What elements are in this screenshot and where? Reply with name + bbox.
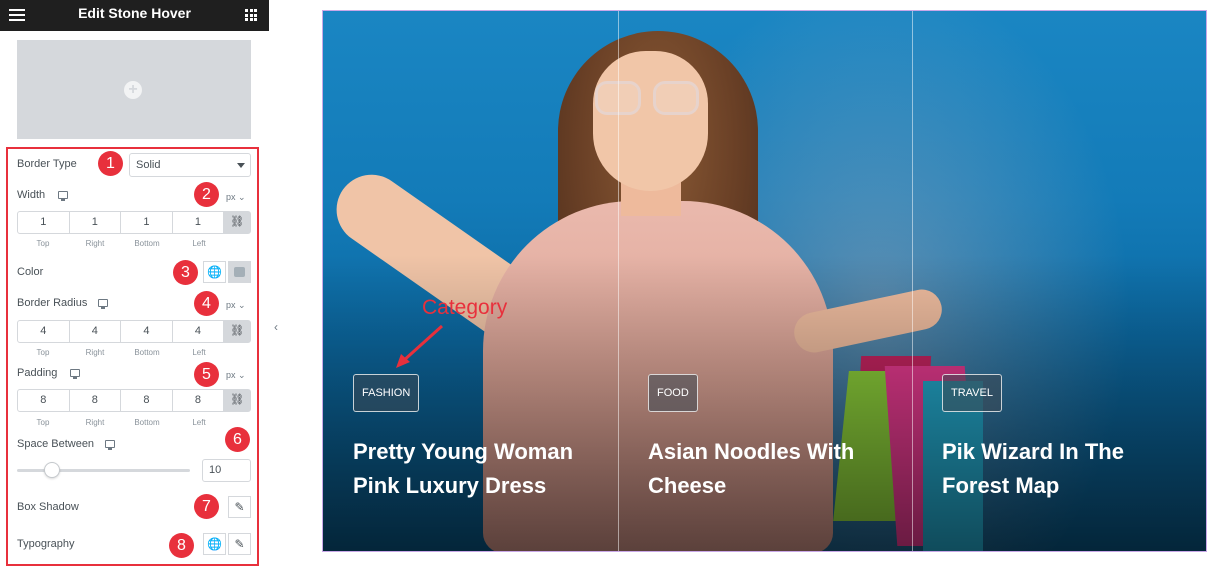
category-badge[interactable]: FASHION bbox=[353, 374, 420, 412]
space-between-slider-track[interactable] bbox=[17, 469, 190, 472]
width-top-input[interactable]: 1 bbox=[18, 212, 70, 233]
width-label: Width bbox=[17, 189, 46, 201]
pencil-icon[interactable]: ✎ bbox=[228, 496, 251, 518]
width-bottom-input[interactable]: 1 bbox=[121, 212, 173, 233]
plus-icon[interactable]: + bbox=[124, 81, 142, 99]
globe-icon[interactable]: 🌐 bbox=[203, 261, 226, 283]
panel-header: Edit Stone Hover bbox=[0, 0, 269, 31]
link-icon[interactable]: ⛓ bbox=[224, 212, 251, 233]
marker-7: 7 bbox=[194, 494, 219, 519]
marker-1: 1 bbox=[98, 151, 123, 176]
desktop-icon[interactable] bbox=[105, 440, 115, 450]
editor-app: Edit Stone Hover + Border Type Solid Wid… bbox=[0, 0, 1213, 573]
padding-inputs: 8 8 8 8 ⛓ bbox=[17, 389, 251, 412]
color-swatch-button[interactable] bbox=[228, 261, 251, 283]
card-title[interactable]: Pretty Young Woman Pink Luxury Dress bbox=[353, 435, 623, 503]
marker-2: 2 bbox=[194, 182, 219, 207]
card-title[interactable]: Pik Wizard In The Forest Map bbox=[942, 435, 1206, 503]
link-icon[interactable]: ⛓ bbox=[224, 321, 251, 342]
radius-bottom-input[interactable]: 4 bbox=[121, 321, 173, 342]
border-type-label: Border Type bbox=[17, 158, 77, 170]
color-swatch bbox=[234, 267, 245, 277]
annotation-arrow-icon bbox=[396, 324, 444, 368]
border-type-select[interactable]: Solid bbox=[129, 153, 251, 177]
padding-side-labels: Top Right Bottom Left bbox=[36, 418, 206, 427]
annotation-label: Category bbox=[422, 296, 508, 319]
category-badge[interactable]: FOOD bbox=[648, 374, 698, 412]
border-radius-side-labels: Top Right Bottom Left bbox=[36, 348, 206, 357]
globe-icon[interactable]: 🌐 bbox=[203, 533, 226, 555]
width-unit[interactable]: px ⌄ bbox=[226, 192, 246, 203]
desktop-icon[interactable] bbox=[70, 369, 80, 379]
color-label: Color bbox=[17, 266, 44, 278]
space-between-input[interactable]: 10 bbox=[202, 459, 251, 482]
typography-label: Typography bbox=[17, 538, 75, 550]
border-radius-label: Border Radius bbox=[17, 297, 88, 309]
category-badge[interactable]: TRAVEL bbox=[942, 374, 1002, 412]
marker-3: 3 bbox=[173, 260, 198, 285]
padding-right-input[interactable]: 8 bbox=[70, 390, 122, 411]
space-between-label: Space Between bbox=[17, 438, 95, 450]
chevron-left-icon[interactable]: ‹ bbox=[269, 306, 283, 348]
padding-top-input[interactable]: 8 bbox=[18, 390, 70, 411]
card-title[interactable]: Asian Noodles With Cheese bbox=[648, 435, 918, 503]
pencil-icon[interactable]: ✎ bbox=[228, 533, 251, 555]
border-radius-unit[interactable]: px ⌄ bbox=[226, 300, 246, 311]
width-inputs: 1 1 1 1 ⛓ bbox=[17, 211, 251, 234]
panel-title: Edit Stone Hover bbox=[78, 5, 191, 21]
desktop-icon[interactable] bbox=[98, 299, 108, 309]
box-shadow-label: Box Shadow bbox=[17, 501, 79, 513]
marker-5: 5 bbox=[194, 362, 219, 387]
radius-top-input[interactable]: 4 bbox=[18, 321, 70, 342]
caret-down-icon bbox=[237, 163, 245, 168]
width-left-input[interactable]: 1 bbox=[173, 212, 225, 233]
desktop-icon[interactable] bbox=[58, 191, 68, 201]
space-between-slider-handle[interactable] bbox=[44, 462, 60, 478]
padding-unit[interactable]: px ⌄ bbox=[226, 370, 246, 381]
editor-panel: Edit Stone Hover + Border Type Solid Wid… bbox=[0, 0, 269, 573]
border-radius-inputs: 4 4 4 4 ⛓ bbox=[17, 320, 251, 343]
padding-label: Padding bbox=[17, 367, 58, 379]
width-side-labels: Top Right Bottom Left bbox=[36, 239, 206, 248]
marker-4: 4 bbox=[194, 291, 219, 316]
stone-hover-preview: FASHION Pretty Young Woman Pink Luxury D… bbox=[322, 10, 1207, 552]
link-icon[interactable]: ⛓ bbox=[224, 390, 251, 411]
radius-left-input[interactable]: 4 bbox=[173, 321, 225, 342]
marker-6: 6 bbox=[225, 427, 250, 452]
grid-icon[interactable] bbox=[245, 9, 257, 21]
border-type-value: Solid bbox=[136, 159, 161, 171]
padding-bottom-input[interactable]: 8 bbox=[121, 390, 173, 411]
radius-right-input[interactable]: 4 bbox=[70, 321, 122, 342]
padding-left-input[interactable]: 8 bbox=[173, 390, 225, 411]
width-right-input[interactable]: 1 bbox=[70, 212, 122, 233]
marker-8: 8 bbox=[169, 533, 194, 558]
